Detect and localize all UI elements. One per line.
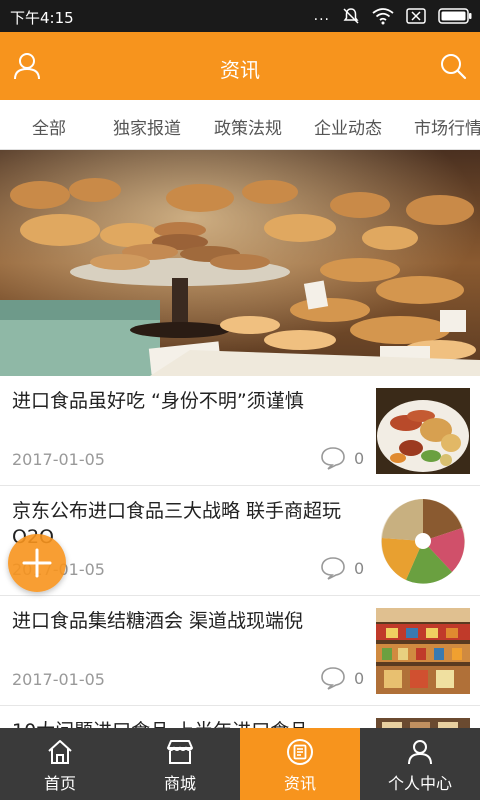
tab-all[interactable]: 全部	[32, 114, 66, 139]
nav-home[interactable]: 首页	[0, 728, 120, 800]
bottom-nav: 首页 商城 资讯 个人中心	[0, 728, 480, 800]
news-date: 2017-01-05	[12, 450, 105, 469]
nav-home-label: 首页	[43, 774, 76, 793]
nav-profile-label: 个人中心	[387, 774, 452, 793]
home-icon	[48, 740, 72, 764]
tab-exclusive[interactable]: 独家报道	[113, 114, 181, 139]
tab-market[interactable]: 市场行情	[414, 114, 480, 139]
notification-dots: ...	[313, 8, 330, 24]
plus-icon	[22, 548, 52, 578]
comment-count: 0	[320, 666, 364, 690]
nav-store[interactable]: 商城	[120, 728, 240, 800]
comment-count-value: 0	[354, 448, 365, 468]
person-icon	[408, 740, 432, 765]
nav-store-label: 商城	[163, 774, 196, 793]
news-thumbnail	[376, 388, 470, 474]
news-thumbnail	[376, 608, 470, 694]
store-icon	[167, 740, 193, 764]
nav-profile[interactable]: 个人中心	[360, 728, 480, 800]
wifi-icon	[372, 8, 394, 25]
comment-count-value: 0	[354, 668, 365, 688]
news-item[interactable]: 进口食品虽好吃 “身份不明”须谨慎 2017-01-05 0	[0, 376, 480, 486]
battery-icon	[438, 8, 472, 24]
nav-news-label: 资讯	[283, 774, 316, 793]
category-tabs: 全部 独家报道 政策法规 企业动态 市场行情	[0, 100, 480, 150]
tab-company[interactable]: 企业动态	[314, 114, 382, 139]
news-item[interactable]: 进口食品集结糖酒会 渠道战现端倪 2017-01-05 0	[0, 596, 480, 706]
search-icon[interactable]	[438, 51, 468, 81]
page-title: 资讯	[220, 58, 260, 82]
comment-count: 0	[320, 446, 364, 470]
comment-count: 0	[320, 556, 364, 580]
status-time: 下午4:15	[10, 9, 74, 27]
tab-policy[interactable]: 政策法规	[214, 114, 282, 139]
banner-image[interactable]	[0, 150, 480, 376]
add-button[interactable]	[8, 534, 66, 592]
status-icons: ...	[314, 6, 472, 26]
comment-icon	[321, 667, 345, 690]
comment-icon	[321, 557, 345, 580]
comment-count-value: 0	[354, 558, 365, 578]
comment-icon	[321, 447, 345, 470]
news-thumbnail	[376, 498, 470, 584]
news-item[interactable]: 京东公布进口食品三大战略 联手商超玩O2O 2017-01-05 0	[0, 486, 480, 596]
news-icon	[287, 739, 313, 765]
news-title: 进口食品虽好吃 “身份不明”须谨慎	[12, 390, 304, 412]
app-header: 资讯	[0, 32, 480, 100]
status-bar: 下午4:15 ...	[0, 0, 480, 32]
nav-news[interactable]: 资讯	[240, 728, 360, 800]
mute-icon	[343, 8, 359, 24]
news-date: 2017-01-05	[12, 670, 105, 689]
news-title: 进口食品集结糖酒会 渠道战现端倪	[12, 610, 304, 632]
sim-icon	[406, 8, 426, 24]
